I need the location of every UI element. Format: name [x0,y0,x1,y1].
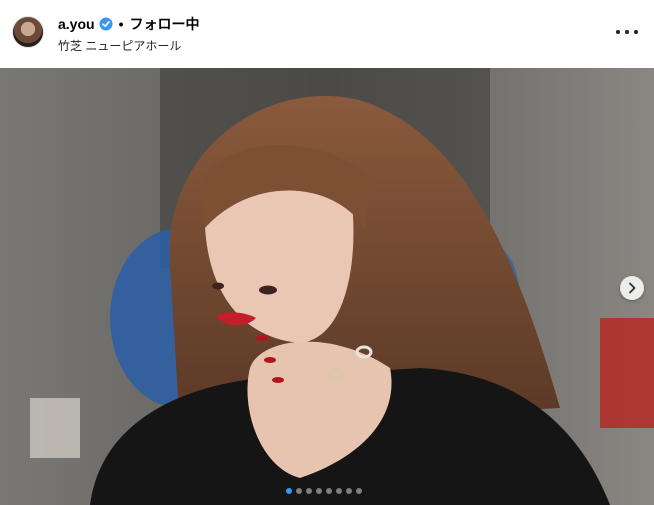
carousel-dot [286,488,292,494]
carousel-dot [336,488,342,494]
chevron-right-icon [629,282,636,294]
user-row: a.you • フォロー中 [58,15,199,33]
carousel-dot [316,488,322,494]
location-link[interactable]: 竹芝 ニューピアホール [58,37,181,54]
post-image[interactable] [0,68,654,505]
username-link[interactable]: a.you [58,16,95,32]
separator-dot: • [118,16,124,32]
next-slide-button[interactable] [620,276,644,300]
carousel-dot [326,488,332,494]
verified-badge-icon [99,17,113,31]
carousel-dot [356,488,362,494]
carousel-dot [296,488,302,494]
post-header: a.you • フォロー中 竹芝 ニューピアホール [0,0,654,68]
carousel-dot [306,488,312,494]
photo-illustration [0,68,654,505]
more-options-icon[interactable] [616,22,638,42]
follow-status-button[interactable]: フォロー中 [129,14,199,34]
avatar[interactable] [12,16,44,48]
carousel-dot [346,488,352,494]
carousel-indicator [286,488,362,494]
